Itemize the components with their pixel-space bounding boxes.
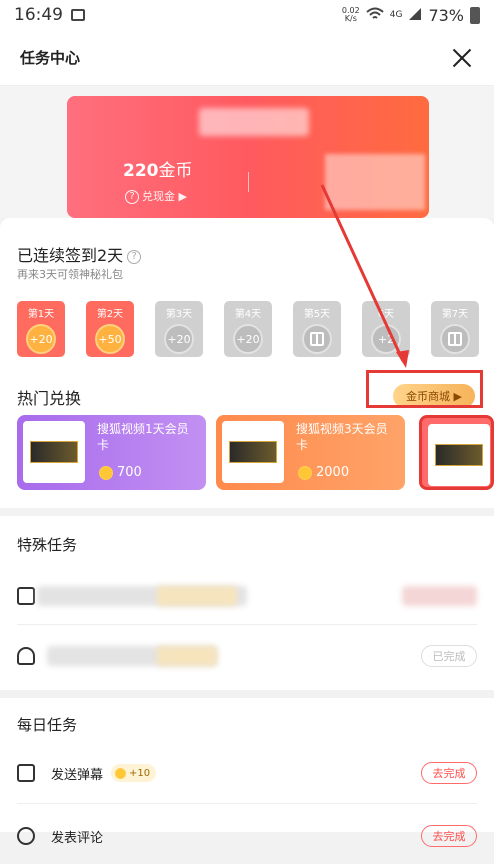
vip-card-graphic (229, 441, 277, 463)
image-notification-icon (71, 9, 85, 21)
section-separator (0, 508, 494, 516)
day-reward: +20 (233, 324, 263, 354)
row-divider (17, 803, 477, 804)
vip-card-graphic (30, 441, 78, 463)
exchange-card-title: 搜狐视频1天会员卡 (97, 422, 189, 452)
signin-day[interactable]: 第4天 +20 (224, 301, 272, 357)
special-task-row[interactable] (17, 568, 477, 624)
battery-percent: 73% (428, 5, 464, 25)
danmaku-icon (17, 764, 35, 782)
day-label: 第5天 (303, 309, 331, 320)
wifi-icon (366, 6, 384, 25)
vip-card-image (428, 424, 490, 486)
task-label: 发表评论 (51, 830, 104, 846)
special-tasks-title: 特殊任务 (17, 536, 78, 554)
signin-days: 第1天 +20 第2天 +50 第3天 +20 第4天 +20 第5天 6天 +… (17, 301, 494, 361)
signin-day[interactable]: 第2天 +50 (86, 301, 134, 357)
signin-title: 已连续签到2天 (17, 246, 124, 265)
blurred-content (199, 108, 309, 136)
price-value: 2000 (316, 465, 350, 480)
status-bar: 16:49 0.02 K/s 4G 73% (0, 0, 494, 30)
status-indicators: 0.02 K/s 4G 73% (342, 6, 480, 25)
coin-balance-value: 220 (123, 161, 159, 181)
exchange-card[interactable]: 搜狐视频1天会员卡 700 (17, 415, 206, 490)
vip-card-image (23, 421, 85, 483)
coin-balance: 220金币 (123, 156, 193, 181)
day-reward: +50 (95, 324, 125, 354)
day-reward: +20 (26, 324, 56, 354)
day-label: 第3天 (165, 309, 193, 320)
daily-tasks-title: 每日任务 (17, 716, 78, 734)
status-time: 16:49 (14, 5, 63, 25)
coin-balance-unit: 金币 (158, 161, 193, 181)
crown-icon (17, 587, 35, 605)
gift-icon (310, 332, 324, 346)
coin-balance-banner[interactable]: 220金币 ? 兑现金 ▶ (67, 96, 429, 218)
exchange-card-title: 搜狐视频3天会员卡 (296, 422, 388, 452)
blurred-content (157, 586, 237, 606)
day-label: 第2天 (96, 309, 124, 320)
day-reward: +20 (164, 324, 194, 354)
signin-day[interactable]: 6天 +2 (362, 301, 410, 357)
banner-divider (248, 172, 249, 192)
network-speed: 0.02 K/s (342, 7, 360, 23)
coin-icon (298, 465, 312, 480)
gift-icon (448, 332, 462, 346)
day-reward: +2 (371, 324, 401, 354)
blurred-content (157, 646, 217, 666)
annotation-highlight-box (366, 370, 483, 408)
vip-card-image (222, 421, 284, 483)
comment-icon (17, 827, 35, 845)
close-icon[interactable] (450, 46, 474, 70)
battery-icon (470, 6, 480, 24)
day-label: 第7天 (441, 309, 469, 320)
task-reward-badge: +10 (111, 764, 157, 782)
signin-subtitle: 再来3天可领神秘礼包 (17, 268, 123, 281)
cash-exchange-label: 兑现金 ▶ (142, 190, 187, 203)
banner-area: 220金币 ? 兑现金 ▶ (0, 86, 494, 218)
signin-section: 已连续签到2天? (17, 242, 142, 266)
task-go-button[interactable]: 去完成 (421, 762, 477, 784)
row-divider (17, 624, 477, 625)
network-type: 4G (389, 10, 403, 20)
task-done-button[interactable]: 已完成 (421, 645, 477, 667)
daily-task-row[interactable]: 发表评论 去完成 (17, 808, 477, 864)
exchange-card-price: 2000 (298, 465, 349, 480)
signin-day[interactable]: 第5天 (293, 301, 341, 357)
coin-icon (99, 465, 113, 480)
exchange-card-price: 700 (99, 465, 142, 480)
signin-day[interactable]: 第3天 +20 (155, 301, 203, 357)
day-label: 第4天 (234, 309, 262, 320)
task-reward-value: +10 (129, 767, 151, 779)
blurred-content (325, 154, 425, 210)
day-label: 6天 (377, 309, 395, 320)
exchange-card[interactable] (419, 415, 494, 490)
signin-day[interactable]: 第7天 (431, 301, 479, 357)
bell-icon (17, 647, 35, 665)
hot-exchange-title: 热门兑换 (17, 389, 82, 408)
section-separator (0, 690, 494, 698)
special-task-row[interactable]: 已完成 (17, 628, 477, 684)
task-go-button[interactable]: 去完成 (421, 825, 477, 847)
cash-exchange-link[interactable]: ? 兑现金 ▶ (125, 188, 187, 204)
signal-icon (408, 6, 422, 25)
blurred-content (402, 586, 477, 606)
page-title: 任务中心 (20, 49, 81, 67)
price-value: 700 (117, 465, 142, 480)
gift-icon (302, 324, 332, 354)
exchange-card[interactable]: 搜狐视频3天会员卡 2000 (216, 415, 405, 490)
help-icon: ? (125, 190, 139, 204)
header: 任务中心 (0, 30, 494, 86)
coin-icon (115, 767, 127, 779)
exchange-cards: 搜狐视频1天会员卡 700 搜狐视频3天会员卡 2000 (17, 415, 494, 490)
signin-day[interactable]: 第1天 +20 (17, 301, 65, 357)
main-panel: 已连续签到2天? 再来3天可领神秘礼包 第1天 +20 第2天 +50 第3天 … (0, 218, 494, 847)
gift-icon (440, 324, 470, 354)
help-icon[interactable]: ? (127, 249, 142, 264)
network-speed-unit: K/s (344, 14, 357, 23)
daily-task-row[interactable]: 发送弹幕 +10 去完成 (17, 745, 477, 801)
task-label: 发送弹幕 (51, 767, 104, 783)
day-label: 第1天 (27, 309, 55, 320)
vip-card-graphic (435, 444, 483, 466)
